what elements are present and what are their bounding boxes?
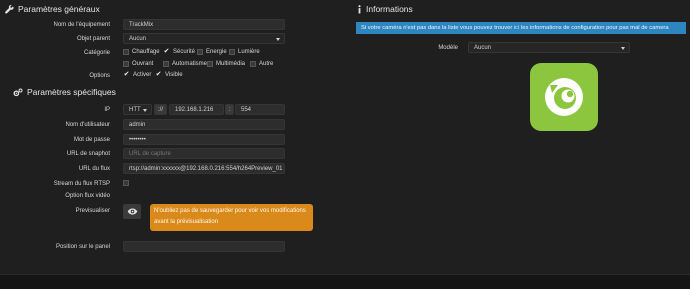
warning-line-1: N'oubliez pas de sauvegarder pour voir v…: [154, 208, 306, 214]
category-multimedia-label: Multimédia: [216, 61, 246, 67]
category-automatisme[interactable]: Automatisme: [163, 61, 207, 67]
category-multimedia[interactable]: Multimédia: [207, 61, 245, 67]
options-label: Options: [89, 73, 110, 79]
username-input[interactable]: admin: [123, 119, 285, 130]
checkbox-icon[interactable]: [123, 49, 129, 55]
banner-text-1: Si votre caméra n'est pas dans la liste …: [361, 25, 513, 31]
snapshot-url-input[interactable]: URL de capture: [123, 148, 285, 159]
equipment-name-label: Nom de l'équipement: [53, 22, 110, 28]
checkbox-icon[interactable]: [163, 61, 169, 67]
camera-info-banner: Si votre caméra n'est pas dans la liste …: [356, 22, 686, 34]
password-label: Mot de passe: [73, 137, 110, 143]
panel-position-input[interactable]: [123, 241, 285, 252]
protocol-select[interactable]: HTT: [123, 104, 152, 115]
stream-url-label: URL du flux: [78, 166, 110, 172]
scheme-separator: ://: [154, 104, 167, 115]
informations-title-text: Informations: [366, 4, 413, 14]
option-visible[interactable]: ✔ Visible: [155, 71, 183, 78]
ip-address-input[interactable]: 192.168.1.216: [169, 104, 224, 115]
category-ouvrant-label: Ouvrant: [132, 61, 154, 67]
preview-button[interactable]: [123, 204, 141, 219]
model-value: Aucun: [474, 45, 492, 51]
option-activer-label: Activer: [133, 72, 152, 78]
parent-object-select[interactable]: Aucun: [123, 33, 285, 44]
panel-position-label: Position sur le panel: [55, 244, 110, 250]
video-option-label: Option flux vidéo: [65, 193, 110, 199]
checkmark-icon[interactable]: ✔: [123, 71, 130, 78]
checkmark-icon[interactable]: ✔: [163, 48, 170, 55]
category-securite-label: Sécurité: [173, 49, 196, 55]
equipment-name-input[interactable]: TrackMix: [123, 19, 285, 30]
chevron-down-icon: [143, 109, 147, 112]
informations-section-title: Informations: [357, 4, 413, 14]
port-input[interactable]: 554: [235, 104, 285, 115]
banner-text-2: les informations de configuration pour p…: [521, 25, 669, 31]
password-input[interactable]: ••••••••: [123, 134, 285, 145]
option-activer[interactable]: ✔ Activer: [123, 71, 152, 78]
category-chauffage-label: Chauffage: [132, 49, 160, 55]
category-securite[interactable]: ✔ Sécurité: [163, 48, 196, 55]
category-energie-label: Energie: [206, 49, 227, 55]
snapshot-url-label: URL de snaphot: [66, 151, 110, 157]
ip-label: IP: [104, 107, 110, 113]
banner-link[interactable]: ici: [514, 25, 519, 31]
category-autre-label: Autre: [259, 61, 274, 67]
checkbox-icon[interactable]: [197, 49, 203, 55]
username-label: Nom d'utilisateur: [65, 122, 111, 128]
model-select[interactable]: Aucun: [468, 42, 630, 53]
category-label: Catégorie: [83, 50, 110, 56]
checkbox-icon[interactable]: [229, 49, 235, 55]
category-lumiere[interactable]: Lumière: [229, 49, 260, 55]
checkbox-icon[interactable]: [250, 61, 256, 67]
category-autre[interactable]: Autre: [250, 61, 273, 67]
parent-object-label: Objet parent: [76, 36, 110, 42]
general-section-title: Paramètres généraux: [5, 4, 100, 14]
stream-url-input[interactable]: rtsp://admin:xxxxxx@192.168.0.216:554/h2…: [123, 163, 285, 174]
snapshot-url-placeholder: URL de capture: [129, 151, 171, 157]
chevron-down-icon: [276, 38, 280, 41]
parent-object-value: Aucun: [129, 36, 147, 42]
model-label: Modèle: [438, 45, 458, 51]
cogs-icon: [13, 87, 23, 96]
wrench-icon: [5, 4, 14, 14]
category-ouvrant[interactable]: Ouvrant: [123, 61, 153, 67]
category-lumiere-label: Lumière: [238, 49, 260, 55]
warning-line-2: avant la prévisualisation: [154, 219, 219, 225]
footer-bar: [0, 274, 690, 289]
chevron-down-icon: [621, 47, 625, 50]
camera-logo-icon: [545, 78, 583, 116]
eye-icon: [127, 208, 137, 215]
specific-section-title: Paramètres spécifiques: [13, 87, 116, 97]
port-separator: :: [225, 104, 234, 115]
general-title-text: Paramètres généraux: [18, 4, 100, 14]
preview-label: Previsualiser: [75, 208, 110, 214]
specific-title-text: Paramètres spécifiques: [27, 87, 116, 97]
category-energie[interactable]: Energie: [197, 49, 227, 55]
category-chauffage[interactable]: Chauffage: [123, 49, 160, 55]
checkbox-icon[interactable]: [123, 61, 129, 67]
checkmark-icon[interactable]: ✔: [155, 71, 162, 78]
save-warning-alert: N'oubliez pas de sauvegarder pour voir v…: [150, 204, 313, 231]
protocol-value: HTT: [129, 107, 141, 113]
category-automatisme-label: Automatisme: [172, 61, 208, 67]
camera-brand-logo: [530, 63, 598, 131]
checkbox-icon[interactable]: [207, 61, 213, 67]
option-visible-label: Visible: [165, 72, 183, 78]
rtsp-stream-label: Stream du flux RTSP: [53, 181, 110, 187]
rtsp-stream-checkbox[interactable]: [123, 180, 129, 186]
info-icon: [358, 4, 361, 13]
